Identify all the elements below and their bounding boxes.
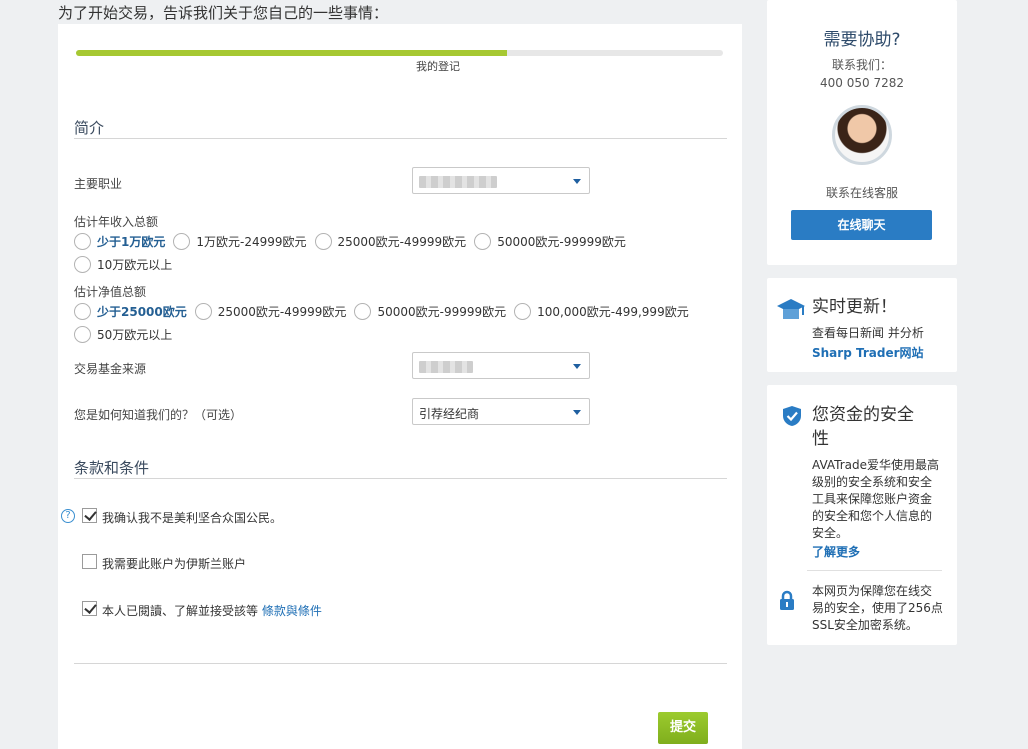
terms-section-divider: [74, 478, 727, 479]
terms-link[interactable]: 條款與條件: [262, 604, 322, 618]
annual-income-radio-5[interactable]: [74, 256, 91, 273]
caret-down-icon: [573, 364, 581, 369]
security-body-line: 安全。: [812, 526, 849, 540]
profile-section-divider: [74, 138, 727, 139]
net-worth-option-2[interactable]: 25000欧元-49999欧元: [218, 303, 347, 320]
net-worth-radio-3[interactable]: [354, 303, 372, 320]
occupation-label: 主要职业: [74, 177, 123, 191]
ssl-notice-line: SSL安全加密系统。: [812, 618, 918, 632]
news-title: 实时更新！: [812, 297, 897, 317]
progress-fill: [76, 50, 507, 56]
profile-section-title: 简介: [74, 119, 105, 137]
phone-number: 400 050 7282: [820, 76, 904, 90]
occupation-selected-value-redacted: [419, 176, 497, 188]
security-body: AVATrade爱华使用最高 级别的安全系统和安全 工具来保障您账户资金 的安全…: [812, 457, 939, 542]
annual-income-option-2[interactable]: 1万欧元-24999欧元: [196, 233, 306, 250]
agree-terms-checkbox[interactable]: [82, 601, 97, 616]
submit-button[interactable]: 提交: [658, 712, 708, 744]
annual-income-option-1[interactable]: 少于1万欧元: [97, 233, 165, 250]
security-body-line: 级别的安全系统和安全: [812, 475, 933, 489]
referral-label: 您是如何知道我们的？（可选）: [74, 408, 243, 422]
news-body: 查看每日新闻 并分析: [812, 326, 924, 340]
net-worth-option-1[interactable]: 少于25000欧元: [97, 303, 187, 320]
islamic-account-checkbox[interactable]: [82, 554, 97, 569]
security-body-line: 工具来保障您账户资金: [812, 492, 933, 506]
security-title-line1: 您资金的安全: [812, 405, 914, 425]
net-worth-options-row1: 少于25000欧元 25000欧元-49999欧元 50000欧元-99999欧…: [74, 303, 697, 320]
sharp-trader-link[interactable]: Sharp Trader网站: [812, 344, 924, 361]
terms-section-title: 条款和条件: [74, 459, 150, 477]
annual-income-radio-4[interactable]: [474, 233, 492, 250]
referral-selected-value: 引荐经纪商: [419, 407, 480, 421]
agree-terms-text: 本人已閱讀、了解並接受該等 條款與條件: [102, 602, 322, 619]
annual-income-option-5[interactable]: 10万欧元以上: [97, 256, 172, 273]
caret-down-icon: [573, 179, 581, 184]
annual-income-options-row1: 少于1万欧元 1万欧元-24999欧元 25000欧元-49999欧元 5000…: [74, 233, 634, 250]
net-worth-options-row2: 50万欧元以上: [74, 326, 180, 343]
contact-label: 联系我们：: [831, 58, 892, 72]
annual-income-option-4[interactable]: 50000欧元-99999欧元: [497, 233, 626, 250]
annual-income-option-3[interactable]: 25000欧元-49999欧元: [338, 233, 467, 250]
form-bottom-divider: [74, 663, 727, 664]
graduation-cap-icon: [777, 299, 805, 319]
security-body-line: 的安全和您个人信息的: [812, 509, 933, 523]
us-citizen-checkbox[interactable]: [82, 508, 97, 523]
online-support-label: 联系在线客服: [825, 186, 898, 200]
learn-more-link[interactable]: 了解更多: [812, 543, 860, 560]
fund-source-select[interactable]: [412, 352, 590, 379]
security-body-line: AVATrade爱华使用最高: [812, 458, 940, 472]
referral-select[interactable]: 引荐经纪商: [412, 398, 590, 425]
net-worth-radio-4[interactable]: [514, 303, 532, 320]
help-title: 需要协助?: [823, 30, 901, 50]
islamic-account-label: 我需要此账户为伊斯兰账户: [102, 557, 247, 571]
support-agent-avatar: [832, 105, 892, 165]
lock-icon: [780, 590, 794, 610]
registration-progress-bar: [76, 50, 723, 56]
net-worth-radio-2[interactable]: [194, 303, 212, 320]
us-citizen-label: 我确认我不是美利坚合众国公民。: [102, 511, 283, 525]
net-worth-option-4[interactable]: 100,000欧元-499,999欧元: [537, 303, 689, 320]
net-worth-label: 估计净值总额: [74, 285, 147, 299]
annual-income-radio-2[interactable]: [173, 233, 191, 250]
live-chat-button[interactable]: 在线聊天: [791, 210, 932, 240]
ssl-notice: 本网页为保障您在线交 易的安全，使用了256点 SSL安全加密系统。: [812, 583, 943, 634]
ssl-notice-line: 本网页为保障您在线交: [812, 584, 933, 598]
net-worth-option-3[interactable]: 50000欧元-99999欧元: [377, 303, 506, 320]
agree-terms-label: 本人已閱讀、了解並接受該等: [102, 604, 259, 618]
fund-source-selected-value-redacted: [419, 361, 473, 373]
progress-label: 我的登记: [416, 60, 460, 73]
annual-income-label: 估计年收入总额: [74, 215, 159, 229]
shield-check-icon: [783, 406, 801, 426]
question-circle-icon[interactable]: ?: [61, 509, 75, 523]
annual-income-options-row2: 10万欧元以上: [74, 256, 180, 273]
fund-source-label: 交易基金来源: [74, 362, 147, 376]
page-heading: 为了开始交易，告诉我们关于您自己的一些事情：: [58, 4, 389, 22]
occupation-select[interactable]: [412, 167, 590, 194]
caret-down-icon: [573, 410, 581, 415]
security-divider: [807, 570, 942, 571]
security-title-line2: 性: [812, 429, 829, 449]
annual-income-radio-1[interactable]: [74, 233, 91, 250]
net-worth-radio-5[interactable]: [74, 326, 91, 343]
net-worth-radio-1[interactable]: [74, 303, 91, 320]
registration-form-card: [58, 24, 742, 749]
ssl-notice-line: 易的安全，使用了256点: [812, 601, 943, 615]
annual-income-radio-3[interactable]: [314, 233, 332, 250]
net-worth-option-5[interactable]: 50万欧元以上: [97, 326, 172, 343]
